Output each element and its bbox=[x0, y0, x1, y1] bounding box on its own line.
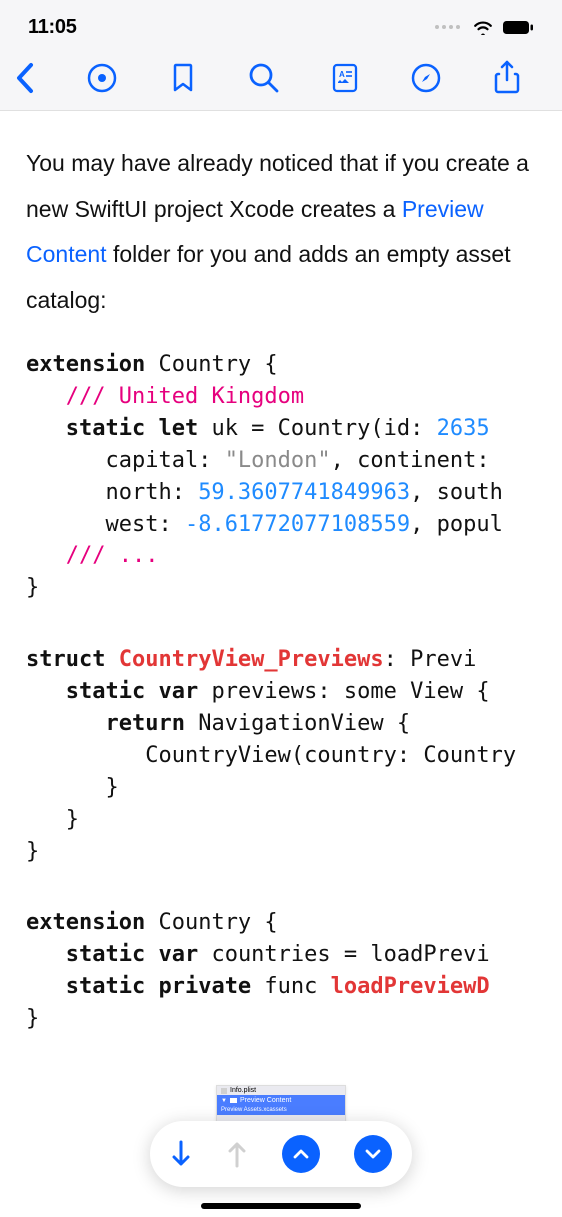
thumb-text: Preview Assets.xcassets bbox=[217, 1106, 345, 1115]
share-icon bbox=[493, 60, 521, 96]
chevron-down-icon bbox=[364, 1148, 382, 1160]
next-button[interactable] bbox=[354, 1135, 392, 1173]
back-button[interactable] bbox=[14, 61, 61, 95]
cellular-dots-icon bbox=[435, 25, 460, 29]
compass-icon bbox=[410, 62, 442, 94]
reader-button[interactable]: A bbox=[305, 62, 386, 94]
arrow-down-icon bbox=[170, 1140, 192, 1168]
article-content: You may have already noticed that if you… bbox=[0, 111, 562, 1035]
chevron-up-icon bbox=[292, 1148, 310, 1160]
prev-button[interactable] bbox=[282, 1135, 320, 1173]
code-block-1: extension Country { /// United Kingdom s… bbox=[26, 349, 536, 604]
record-circle-icon bbox=[86, 62, 118, 94]
code-block-2: struct CountryView_Previews: Previ stati… bbox=[26, 644, 536, 867]
svg-text:A: A bbox=[339, 70, 345, 79]
thumb-text: Preview Content bbox=[240, 1097, 291, 1104]
status-indicators bbox=[435, 19, 534, 35]
scroll-down-button[interactable] bbox=[170, 1140, 192, 1168]
home-indicator[interactable] bbox=[201, 1203, 361, 1209]
bookmark-button[interactable] bbox=[143, 62, 224, 94]
page-thumbnail[interactable]: Info.plist ▼Preview Content Preview Asse… bbox=[216, 1085, 346, 1125]
paragraph: You may have already noticed that if you… bbox=[26, 141, 536, 323]
compass-button[interactable] bbox=[386, 62, 467, 94]
wifi-icon bbox=[472, 19, 494, 35]
search-icon bbox=[248, 62, 280, 94]
record-button[interactable] bbox=[61, 62, 142, 94]
scroll-up-button bbox=[226, 1140, 248, 1168]
chevron-left-icon bbox=[14, 61, 36, 95]
status-time: 11:05 bbox=[28, 16, 77, 39]
floating-nav-pill bbox=[150, 1121, 412, 1187]
battery-icon bbox=[502, 20, 534, 35]
bookmark-icon bbox=[171, 62, 195, 94]
code-block-3: extension Country { static var countries… bbox=[26, 907, 536, 1035]
search-button[interactable] bbox=[224, 62, 305, 94]
share-button[interactable] bbox=[467, 60, 548, 96]
reader-icon: A bbox=[331, 62, 359, 94]
arrow-up-icon bbox=[226, 1140, 248, 1168]
toolbar: A bbox=[0, 50, 562, 111]
bottom-controls: Info.plist ▼Preview Content Preview Asse… bbox=[0, 1085, 562, 1217]
status-bar: 11:05 bbox=[0, 0, 562, 50]
thumb-text: Info.plist bbox=[230, 1087, 256, 1094]
